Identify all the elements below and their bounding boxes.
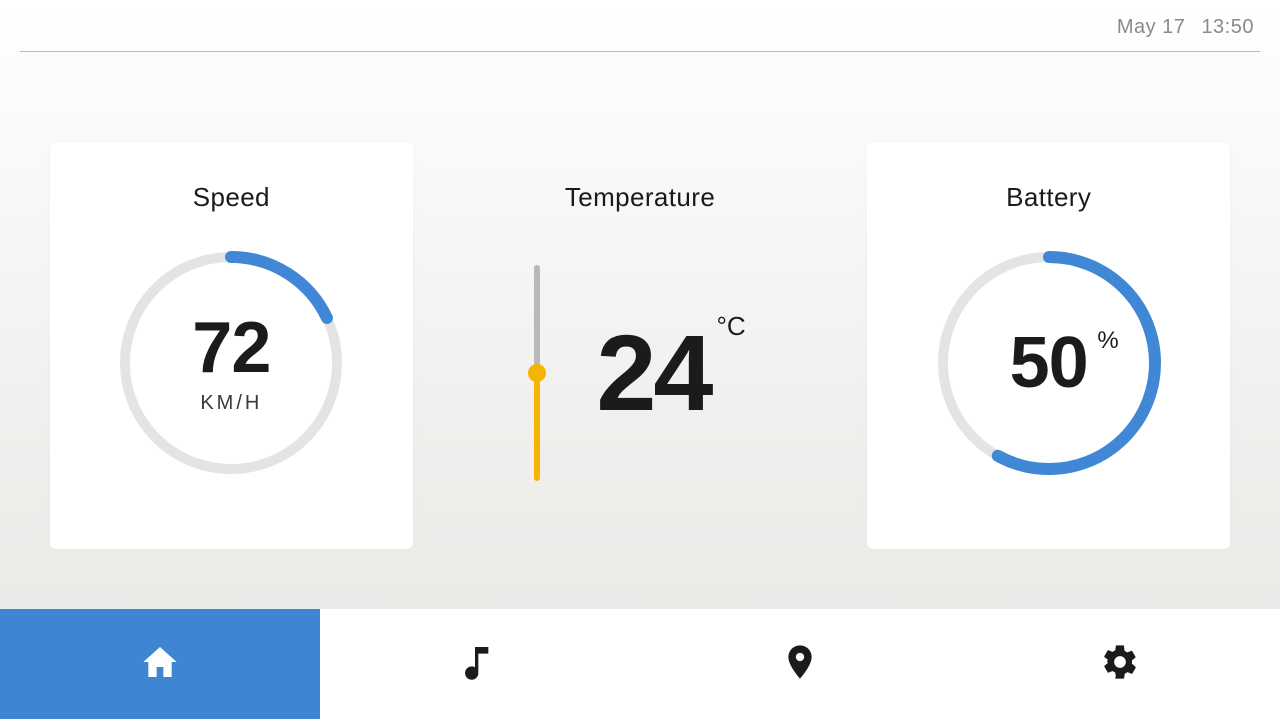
nav-home[interactable] [0,609,320,719]
location-pin-icon [780,642,820,687]
battery-title: Battery [1006,182,1091,213]
status-bar: May 17 13:50 [0,0,1280,51]
battery-card: Battery 50 % [867,142,1230,549]
speed-unit: KM/H [200,392,262,415]
status-date: May 17 [1117,16,1186,39]
battery-gauge: 50 % [931,245,1167,481]
dashboard-content: Speed 72 KM/H Temperature 24 °C Batte [0,52,1280,609]
nav-settings[interactable] [960,609,1280,719]
battery-unit: % [1097,327,1118,355]
bottom-nav [0,609,1280,719]
nav-location[interactable] [640,609,960,719]
temperature-card: Temperature 24 °C [459,142,822,549]
temperature-unit: °C [716,311,745,342]
temperature-slider-knob[interactable] [528,364,546,382]
temperature-title: Temperature [565,182,715,213]
temperature-value: 24 [596,319,710,427]
home-icon [140,642,180,687]
gear-icon [1100,642,1140,687]
battery-value: 50 [1010,327,1088,399]
temperature-slider[interactable] [534,265,540,481]
speed-title: Speed [193,182,270,213]
speed-gauge: 72 KM/H [113,245,349,481]
nav-music[interactable] [320,609,640,719]
speed-value: 72 [192,312,270,384]
music-icon [460,642,500,687]
speed-card: Speed 72 KM/H [50,142,413,549]
temperature-readout: 24 °C [596,319,745,427]
status-time: 13:50 [1201,16,1254,39]
